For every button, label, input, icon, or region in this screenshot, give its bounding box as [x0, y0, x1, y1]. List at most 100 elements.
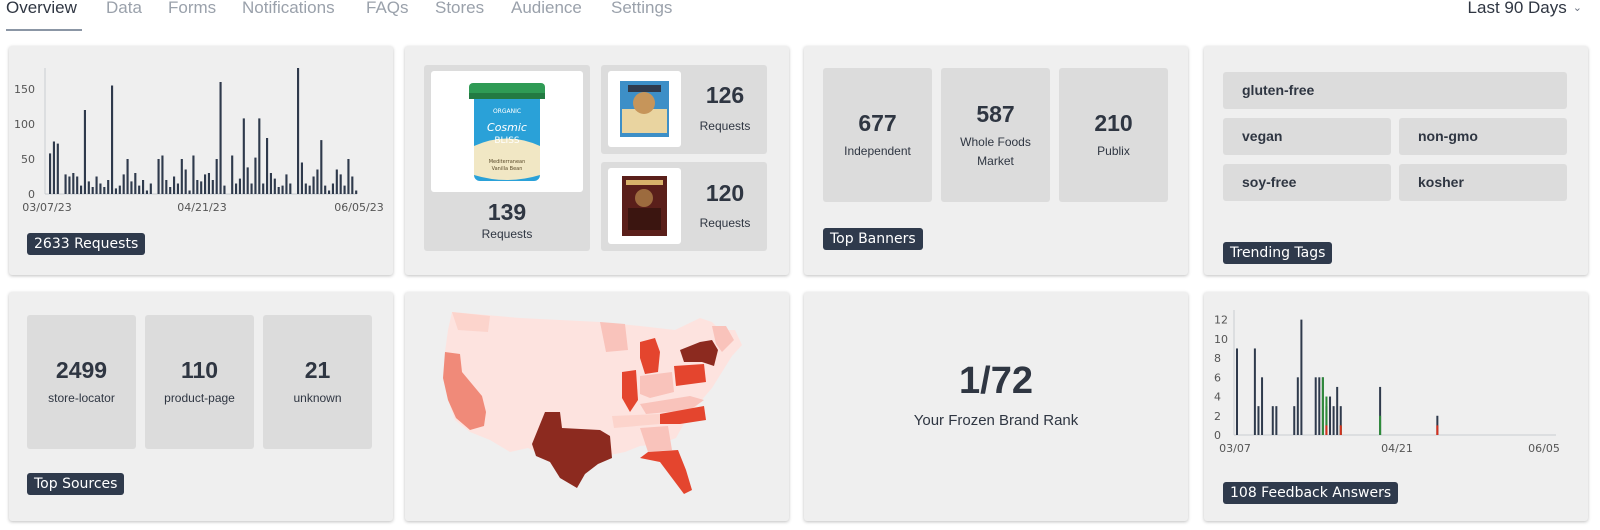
product-tile-main[interactable]: ORGANIC Cosmic BLISS Mediterranean Vanil…: [424, 65, 590, 251]
requests-bar: [95, 176, 98, 194]
requests-bar: [111, 85, 114, 194]
tag-gluten-free[interactable]: gluten-free: [1223, 72, 1567, 109]
requests-bar: [91, 187, 94, 194]
banner-tile-independent[interactable]: 677 Independent: [823, 68, 932, 202]
product-3-value: 120: [705, 180, 745, 206]
feedback-y-tick: 12: [1214, 314, 1228, 327]
feedback-bar: [1293, 406, 1296, 435]
tag-soy-free[interactable]: soy-free: [1223, 164, 1391, 201]
requests-bar: [192, 155, 195, 194]
requests-bar: [103, 187, 106, 194]
date-range-dropdown[interactable]: Last 90 Days ⌄: [1468, 0, 1582, 18]
tab-audience[interactable]: Audience: [511, 0, 582, 18]
feedback-bar: [1271, 406, 1274, 435]
requests-bar: [304, 183, 307, 194]
requests-y-tick: 0: [28, 188, 35, 201]
product-tile-2[interactable]: 126 Requests: [601, 65, 767, 154]
tab-stores[interactable]: Stores: [435, 0, 484, 18]
source-tile-product-page[interactable]: 110 product-page: [145, 315, 254, 449]
requests-y-tick: 100: [14, 118, 35, 131]
tab-notifications[interactable]: Notifications: [242, 0, 335, 18]
requests-bar: [281, 185, 284, 194]
feedback-y-tick: 4: [1214, 391, 1221, 404]
banner-value: 587: [976, 101, 1015, 127]
banner-tile-publix[interactable]: 210 Publix: [1059, 68, 1168, 202]
requests-bar: [238, 178, 242, 194]
requests-bar: [76, 176, 79, 194]
svg-text:Vanilla Bean: Vanilla Bean: [492, 166, 523, 172]
requests-bar: [262, 183, 265, 194]
feedback-bar: [1296, 377, 1299, 435]
feedback-bar: [1236, 348, 1238, 435]
svg-text:BLISS: BLISS: [494, 136, 520, 146]
requests-bar: [107, 180, 110, 194]
requests-bar: [223, 185, 226, 194]
product-main-value: 139: [487, 199, 527, 225]
tag-vegan[interactable]: vegan: [1223, 118, 1391, 155]
requests-bar: [142, 180, 145, 194]
requests-bar: [250, 183, 253, 194]
tag-kosher[interactable]: kosher: [1399, 164, 1567, 201]
feedback-x-tick: 03/07: [1219, 442, 1251, 455]
us-states-map: [443, 312, 742, 494]
top-banners-card: 677 Independent 587 Whole Foods Market 2…: [804, 46, 1188, 275]
requests-bar: [149, 183, 152, 194]
requests-x-tick: 03/07/23: [22, 201, 71, 214]
product-tile-3[interactable]: 120 Requests: [601, 162, 767, 251]
source-tile-unknown[interactable]: 21 unknown: [263, 315, 372, 449]
feedback-bar: [1261, 377, 1264, 435]
trending-tags-badge: Trending Tags: [1223, 242, 1333, 264]
requests-badge: 2633 Requests: [27, 233, 146, 255]
requests-bar: [80, 185, 83, 194]
banner-tile-whole-foods[interactable]: 587 Whole Foods Market: [941, 68, 1050, 202]
feedback-bar: [1332, 406, 1335, 435]
tag-non-gmo[interactable]: non-gmo: [1399, 118, 1567, 155]
requests-bar: [300, 162, 304, 194]
requests-bar: [254, 157, 257, 194]
feedback-card: 0 2 4 6 8 10 12 03/07 04/21 06/05 108 Feedback An…: [1204, 292, 1588, 521]
tab-settings[interactable]: Settings: [611, 0, 672, 18]
feedback-bar: [1253, 348, 1256, 435]
requests-bar: [231, 155, 234, 194]
requests-bar: [165, 180, 168, 194]
requests-bar: [285, 174, 288, 194]
tab-forms[interactable]: Forms: [168, 0, 216, 18]
requests-bar: [134, 173, 137, 194]
product-2-value: 126: [705, 82, 745, 108]
requests-bar: [52, 141, 56, 194]
requests-bar: [324, 185, 327, 194]
requests-bar: [219, 82, 222, 194]
requests-bar: [331, 183, 335, 194]
tab-data[interactable]: Data: [106, 0, 142, 18]
requests-bar: [289, 183, 292, 194]
tab-overview[interactable]: Overview: [6, 0, 77, 18]
requests-bar: [180, 159, 183, 194]
feedback-y-tick: 8: [1214, 352, 1221, 365]
product-2-label: Requests: [699, 119, 751, 133]
requests-bar: [347, 159, 350, 194]
requests-bar: [196, 180, 199, 194]
requests-x-tick: 06/05/23: [334, 201, 383, 214]
svg-text:Cosmic: Cosmic: [487, 121, 527, 134]
svg-text:ORGANIC: ORGANIC: [493, 108, 521, 115]
top-sources-badge: Top Sources: [27, 473, 125, 495]
feedback-bar: [1436, 425, 1439, 435]
requests-bar: [215, 159, 218, 194]
requests-bar: [138, 185, 141, 194]
feedback-bar: [1336, 386, 1339, 435]
source-label: store-locator: [48, 391, 115, 405]
product-image-cosmic-bliss: ORGANIC Cosmic BLISS Mediterranean Vanil…: [431, 71, 583, 192]
banner-label: Publix: [1097, 144, 1130, 158]
feedback-bar: [1379, 415, 1382, 435]
svg-text:Mediterranean: Mediterranean: [489, 159, 526, 165]
requests-bar: [157, 159, 160, 194]
requests-bar: [343, 185, 346, 194]
source-tile-store-locator[interactable]: 2499 store-locator: [27, 315, 136, 449]
feedback-x-tick: 06/05: [1528, 442, 1560, 455]
requests-bar: [339, 174, 342, 194]
top-products-card: ORGANIC Cosmic BLISS Mediterranean Vanil…: [405, 46, 789, 275]
tab-faqs[interactable]: FAQs: [366, 0, 409, 18]
top-nav: Overview Data Forms Notifications FAQs S…: [0, 0, 1600, 32]
source-label: product-page: [164, 391, 235, 405]
requests-bar: [204, 174, 207, 194]
